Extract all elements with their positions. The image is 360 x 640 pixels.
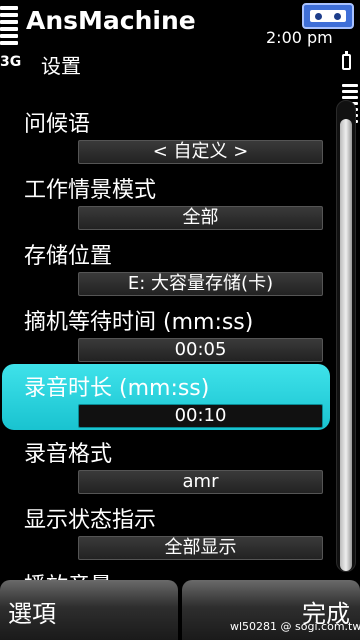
setting-value[interactable]: 全部 bbox=[78, 206, 323, 230]
status-bar: AnsMachine 3G 设置 2:00 pm bbox=[0, 0, 360, 123]
cassette-tape-icon bbox=[302, 3, 354, 29]
app-title: AnsMachine bbox=[26, 6, 196, 35]
options-softkey-label: 選項 bbox=[8, 600, 56, 628]
setting-recording-format[interactable]: 录音格式 amr bbox=[0, 430, 330, 496]
settings-list: 问候语 < 自定义 > 工作情景模式 全部 存储位置 E: 大容量存储(卡) 摘… bbox=[0, 96, 336, 580]
setting-playback-volume[interactable]: 播放音量 bbox=[0, 562, 330, 580]
setting-value[interactable]: E: 大容量存储(卡) bbox=[78, 272, 323, 296]
page-title: 设置 bbox=[41, 54, 81, 78]
battery-icon bbox=[342, 51, 351, 70]
clock: 2:00 pm bbox=[266, 28, 333, 47]
setting-value[interactable]: 00:05 bbox=[78, 338, 323, 362]
setting-storage-location[interactable]: 存储位置 E: 大容量存储(卡) bbox=[0, 232, 330, 298]
setting-label: 录音时长 (mm:ss) bbox=[24, 376, 210, 401]
scrollbar-thumb[interactable] bbox=[340, 119, 352, 571]
signal-strength-icon bbox=[0, 6, 18, 48]
options-softkey[interactable]: 選項 bbox=[0, 580, 178, 640]
setting-answer-delay[interactable]: 摘机等待时间 (mm:ss) 00:05 bbox=[0, 298, 330, 364]
setting-label: 录音格式 bbox=[24, 442, 113, 467]
setting-value[interactable]: < 自定义 > bbox=[78, 140, 323, 164]
network-type: 3G bbox=[0, 54, 22, 70]
setting-label: 播放音量 bbox=[24, 568, 112, 580]
scrollbar[interactable] bbox=[336, 100, 356, 572]
setting-value[interactable]: 全部显示 bbox=[78, 536, 323, 560]
setting-label: 问候语 bbox=[24, 112, 91, 137]
setting-label: 显示状态指示 bbox=[24, 508, 157, 533]
setting-label: 摘机等待时间 (mm:ss) bbox=[24, 310, 254, 335]
setting-status-indicator[interactable]: 显示状态指示 全部显示 bbox=[0, 496, 330, 562]
setting-profile-mode[interactable]: 工作情景模式 全部 bbox=[0, 166, 330, 232]
setting-value[interactable]: amr bbox=[78, 470, 323, 494]
watermark: wl50281 @ sogi.com.tw bbox=[230, 620, 360, 633]
setting-greeting[interactable]: 问候语 < 自定义 > bbox=[0, 100, 330, 166]
setting-recording-length[interactable]: 录音时长 (mm:ss) 00:10 bbox=[2, 364, 330, 430]
setting-label: 工作情景模式 bbox=[24, 178, 157, 203]
setting-value[interactable]: 00:10 bbox=[78, 404, 323, 428]
setting-label: 存储位置 bbox=[24, 244, 113, 269]
